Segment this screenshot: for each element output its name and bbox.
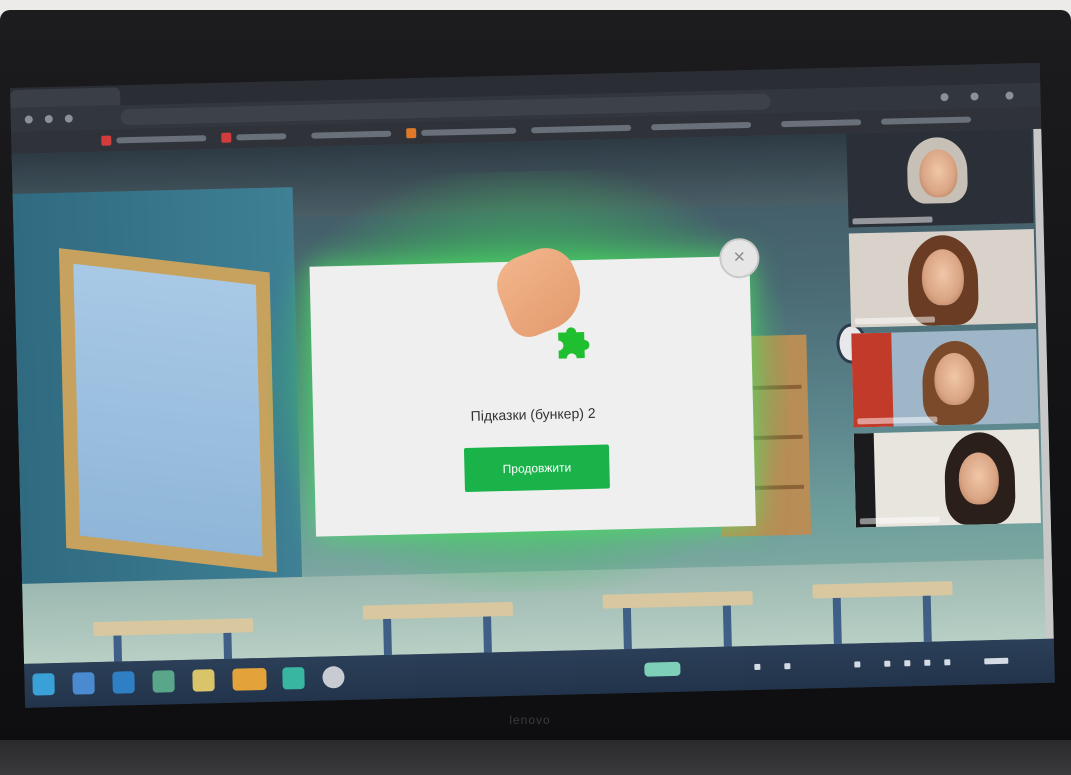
folder-icon[interactable] xyxy=(192,669,215,692)
participant-name-label xyxy=(857,416,938,425)
tray-icon[interactable] xyxy=(754,663,761,670)
desk-leg xyxy=(622,607,632,650)
taskbar-app-icon[interactable] xyxy=(72,672,95,695)
video-tile[interactable] xyxy=(853,428,1041,528)
participant-face xyxy=(933,352,976,406)
battery-icon xyxy=(644,661,681,677)
bookmark-item[interactable] xyxy=(236,133,287,141)
forward-icon[interactable] xyxy=(44,114,53,124)
back-icon[interactable] xyxy=(24,115,33,124)
hint-message: Підказки (бункер) 2 xyxy=(470,404,596,424)
tray-icon[interactable] xyxy=(944,659,951,666)
desk-leg xyxy=(223,632,233,659)
tray-icon[interactable] xyxy=(884,660,891,667)
bookmark-item[interactable] xyxy=(311,130,392,139)
tray-icon[interactable] xyxy=(904,660,911,667)
clock-display[interactable] xyxy=(984,657,1009,665)
video-tile[interactable] xyxy=(846,129,1034,228)
tray-icon[interactable] xyxy=(784,663,791,670)
menu-icon[interactable] xyxy=(1005,91,1014,100)
video-tile[interactable] xyxy=(851,328,1039,428)
participant-name-label xyxy=(852,216,933,225)
bookmark-item[interactable] xyxy=(881,116,972,125)
continue-button[interactable]: Продовжити xyxy=(463,444,610,493)
laptop-frame: Підказки (бункер) 2 Продовжити × lenovo xyxy=(0,10,1071,775)
taskbar-app-icon[interactable] xyxy=(152,670,175,693)
bookmark-icon[interactable] xyxy=(406,128,417,139)
video-background xyxy=(851,332,894,428)
classroom-scene: Підказки (бункер) 2 Продовжити × xyxy=(11,128,1054,664)
participant-face xyxy=(958,451,1000,505)
desk-leg xyxy=(483,616,492,653)
desk-leg xyxy=(722,605,732,647)
bookmark-item[interactable] xyxy=(651,121,752,131)
video-tile[interactable] xyxy=(848,229,1037,328)
youtube-icon[interactable] xyxy=(221,132,232,143)
taskbar-app-icon[interactable] xyxy=(282,666,305,690)
participant-face xyxy=(921,248,965,306)
whiteboard-surface xyxy=(73,263,263,557)
participant-face xyxy=(918,148,958,198)
bookmark-item[interactable] xyxy=(116,135,207,144)
start-icon[interactable] xyxy=(32,673,55,696)
bookmark-item[interactable] xyxy=(421,127,517,136)
extension-icon[interactable] xyxy=(940,93,949,102)
laptop-base xyxy=(0,740,1071,775)
desk-leg xyxy=(113,635,123,662)
participant-name-label xyxy=(859,516,940,525)
bookmark-icon[interactable] xyxy=(101,135,112,146)
laptop-brand: lenovo xyxy=(509,713,551,727)
reload-icon[interactable] xyxy=(64,114,73,123)
chrome-icon[interactable] xyxy=(322,666,345,689)
video-call-panel xyxy=(846,129,1054,708)
whiteboard xyxy=(58,248,277,573)
desk-leg xyxy=(383,618,392,656)
hint-dialog: Підказки (бункер) 2 Продовжити × xyxy=(309,237,760,537)
puzzle-piece-icon xyxy=(558,327,590,359)
tray-icon[interactable] xyxy=(854,661,861,668)
laptop-screen: Підказки (бункер) 2 Продовжити × xyxy=(10,62,1055,708)
taskbar-app-icon[interactable] xyxy=(112,671,135,694)
bookmark-item[interactable] xyxy=(531,124,632,134)
video-background xyxy=(853,433,876,528)
desk-leg xyxy=(832,597,842,645)
profile-icon[interactable] xyxy=(970,92,979,101)
tray-icon[interactable] xyxy=(924,659,931,666)
bookmark-item[interactable] xyxy=(781,119,862,128)
taskbar-app-icon[interactable] xyxy=(232,667,267,691)
